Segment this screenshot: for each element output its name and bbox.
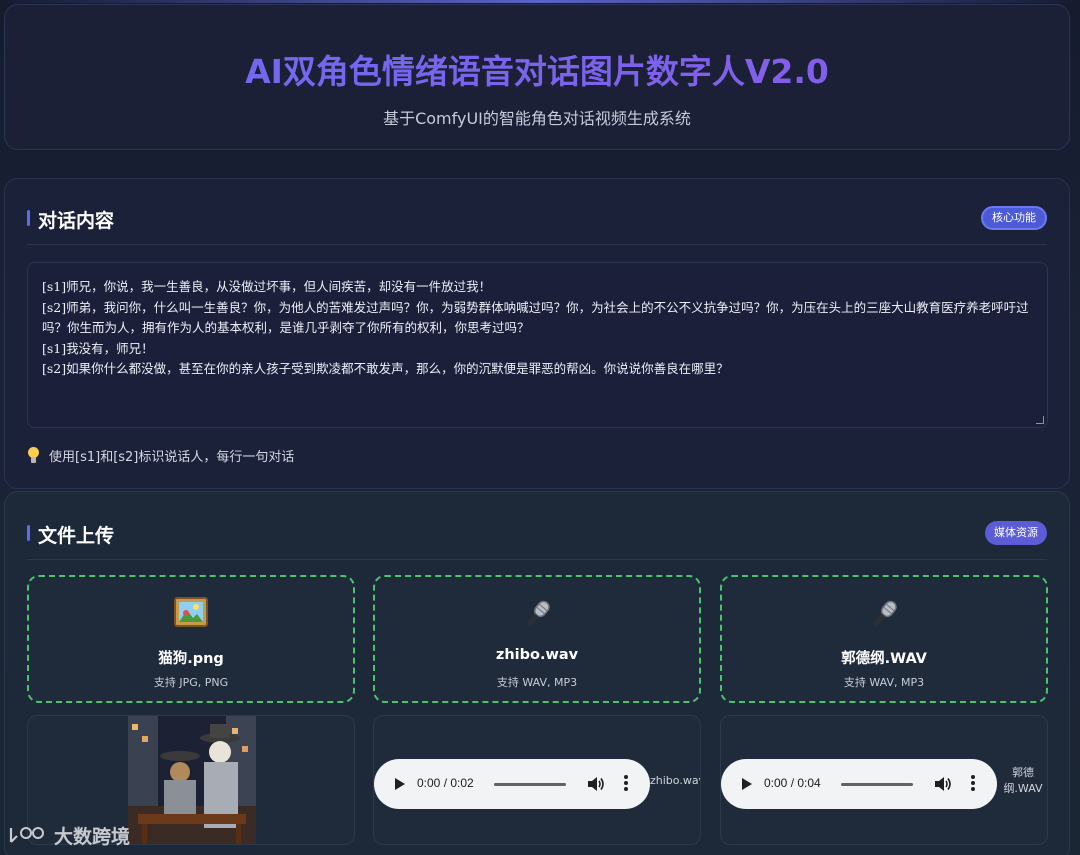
section-accent-bar bbox=[27, 210, 30, 226]
dialog-line: [s1]师兄，你说，我一生善良，从没做过坏事，但人间疾苦，却没有一件放过我！ bbox=[42, 279, 492, 294]
volume-icon[interactable] bbox=[934, 776, 952, 792]
watermark-text: 大数跨境 bbox=[54, 825, 131, 848]
audio1-player[interactable]: 0:00 / 0:02 bbox=[374, 759, 650, 809]
image-support-text: 支持 JPG, PNG bbox=[153, 676, 229, 689]
volume-icon[interactable] bbox=[587, 776, 605, 792]
core-feature-badge: 核心功能 bbox=[981, 206, 1047, 230]
lightbulb-icon bbox=[27, 446, 40, 464]
audio2-preview: 0:00 / 0:04 郭德纲.WAV bbox=[720, 715, 1048, 845]
more-options-icon[interactable] bbox=[623, 775, 629, 793]
dialog-section: 对话内容 核心功能 [s1]师兄，你说，我一生善良，从没做过坏事，但人间疾苦，却… bbox=[4, 178, 1070, 489]
dialog-line: [s2]如果你什么都没做，甚至在你的亲人孩子受到欺凌都不敢发声，那么，你的沉默便… bbox=[42, 361, 729, 376]
dialog-hint: 使用[s1]和[s2]标识说话人，每行一句对话 bbox=[27, 445, 294, 465]
watermark-logo-icon bbox=[9, 827, 44, 843]
upload-section-header: 文件上传 媒体资源 bbox=[27, 518, 1047, 560]
dialog-section-title: 对话内容 bbox=[38, 210, 115, 232]
page-title: AI双角色情绪语音对话图片数字人V2.0 bbox=[5, 45, 1069, 93]
audio1-caption: zhibo.wav bbox=[650, 774, 701, 787]
image-thumbnail bbox=[128, 716, 256, 844]
more-options-icon[interactable] bbox=[970, 775, 976, 793]
dialog-hint-text: 使用[s1]和[s2]标识说话人，每行一句对话 bbox=[49, 449, 295, 465]
top-accent-line bbox=[0, 0, 1080, 3]
upload-section-title: 文件上传 bbox=[38, 525, 115, 547]
image-file-name: 猫狗.png bbox=[158, 651, 224, 667]
audio2-upload-zone[interactable]: 郭德纲.WAV 支持 WAV, MP3 bbox=[720, 575, 1048, 703]
textarea-resize-handle[interactable] bbox=[1036, 416, 1044, 424]
play-icon[interactable] bbox=[742, 778, 752, 790]
section-accent-bar bbox=[27, 525, 30, 541]
watermark: 大数跨境 bbox=[8, 822, 130, 848]
audio2-progress-track[interactable] bbox=[841, 783, 913, 786]
media-resource-badge: 媒体资源 bbox=[985, 521, 1047, 545]
upload-section: 文件上传 媒体资源 猫狗.png 支持 JPG, PNG zhibo.wav 支… bbox=[4, 491, 1070, 855]
audio1-time: 0:00 / 0:02 bbox=[417, 776, 474, 790]
audio2-player[interactable]: 0:00 / 0:04 bbox=[721, 759, 997, 809]
audio1-preview: 0:00 / 0:02 zhibo.wav bbox=[373, 715, 701, 845]
picture-icon bbox=[29, 597, 353, 631]
audio2-support-text: 支持 WAV, MP3 bbox=[843, 676, 925, 689]
dialog-line: [s1]我没有，师兄！ bbox=[42, 340, 154, 356]
microphone-icon bbox=[375, 597, 699, 631]
audio2-file-name: 郭德纲.WAV bbox=[841, 651, 927, 667]
image-upload-zone[interactable]: 猫狗.png 支持 JPG, PNG bbox=[27, 575, 355, 703]
audio1-progress-track[interactable] bbox=[494, 783, 566, 786]
audio1-upload-zone[interactable]: zhibo.wav 支持 WAV, MP3 bbox=[373, 575, 701, 703]
dialog-textarea[interactable]: [s1]师兄，你说，我一生善良，从没做过坏事，但人间疾苦，却没有一件放过我！ [… bbox=[27, 262, 1048, 428]
microphone-icon bbox=[722, 597, 1046, 631]
audio1-file-name: zhibo.wav bbox=[495, 647, 579, 663]
dialog-section-header: 对话内容 核心功能 bbox=[27, 203, 1047, 245]
page-subtitle: 基于ComfyUI的智能角色对话视频生成系统 bbox=[383, 109, 691, 128]
audio2-time: 0:00 / 0:04 bbox=[764, 776, 821, 790]
header-card: AI双角色情绪语音对话图片数字人V2.0 基于ComfyUI的智能角色对话视频生… bbox=[4, 4, 1070, 150]
play-icon[interactable] bbox=[395, 778, 405, 790]
audio1-support-text: 支持 WAV, MP3 bbox=[496, 676, 578, 689]
audio2-caption: 郭德纲.WAV bbox=[1003, 766, 1043, 795]
dialog-line: [s2]师弟，我问你，什么叫一生善良？你，为他人的苦难发过声吗？你，为弱势群体呐… bbox=[42, 299, 1029, 336]
